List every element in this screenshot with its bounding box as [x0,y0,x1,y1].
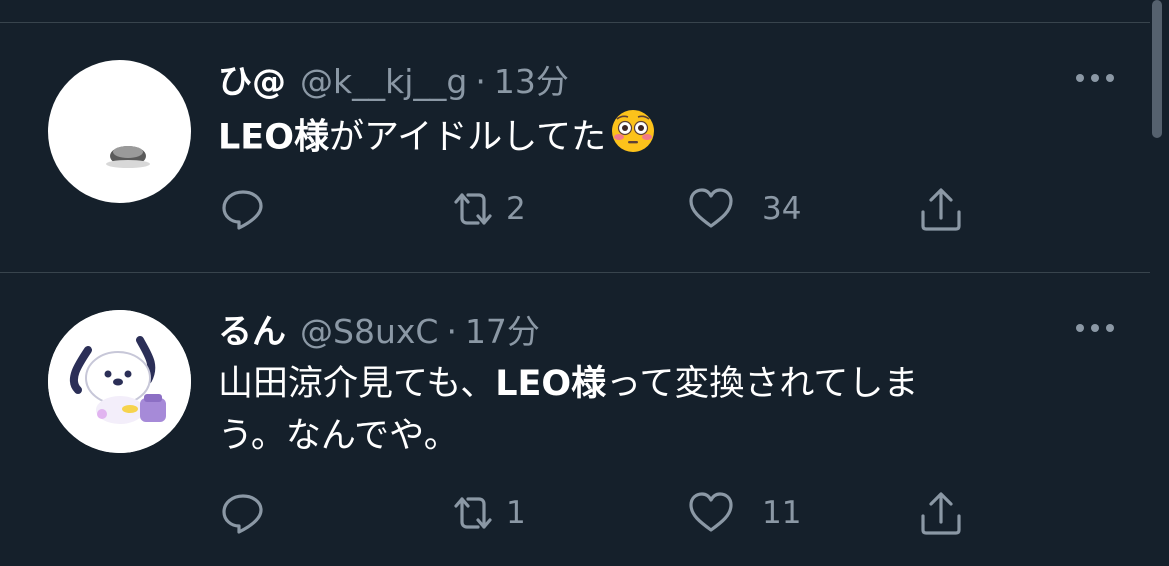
avatar-image [106,146,150,168]
scrollbar[interactable] [1152,0,1162,138]
reply-icon [222,494,263,534]
tweet-text-line: う。なんでや。 [218,416,459,456]
tweet-actions: 1 11 [218,488,1118,538]
like-button[interactable]: 34 [686,184,801,234]
separator: · [446,312,457,351]
avatar-image [48,310,191,453]
retweet-button[interactable]: 1 [448,488,526,538]
reply-button[interactable] [218,184,276,234]
flushed-face-emoji-icon [610,108,656,169]
tweet-header: ひ@ @k__kj__g · 13分 [218,54,569,102]
reply-icon [222,190,263,230]
tweet-text: 山田涼介見ても、LEO様って変換されてしま う。なんでや。 [218,358,1078,462]
user-handle[interactable]: @k__kj__g [300,62,467,101]
tweet-text-segment: って変換されてしま [606,364,919,404]
tweet-text-line: 山田涼介見ても、LEO様って変換されてしま [218,358,1078,410]
more-icon [1076,324,1114,332]
tweet-text-bold: LEO様 [218,117,329,158]
timestamp[interactable]: 13分 [494,55,569,103]
share-button[interactable] [916,184,966,234]
retweet-count: 1 [506,495,526,531]
more-icon [1076,74,1114,82]
retweet-icon [454,497,492,529]
more-options-button[interactable] [1070,318,1120,338]
retweet-button[interactable]: 2 [448,184,526,234]
tweet-text-rest: がアイドルしてた [328,117,607,158]
heart-icon [689,188,733,228]
like-count: 34 [762,191,802,227]
tweet-text-bold: LEO様 [495,364,607,404]
tweet-text: LEO様がアイドルしてた [218,108,1078,169]
avatar[interactable] [48,60,191,203]
reply-button[interactable] [218,488,276,538]
share-icon [921,188,961,231]
tweet-header: るん @S8uxC · 17分 [218,304,540,352]
tweet-text-segment: 山田涼介見ても、 [218,364,496,404]
separator: · [475,62,486,101]
retweet-icon [454,193,492,225]
like-count: 11 [762,495,802,531]
tweet-actions: 2 34 [218,184,1118,234]
user-handle[interactable]: @S8uxC [300,312,438,351]
avatar[interactable] [48,310,191,453]
divider [0,272,1150,273]
display-name[interactable]: ひ@ [218,54,286,103]
divider [0,22,1150,23]
more-options-button[interactable] [1070,68,1120,88]
timestamp[interactable]: 17分 [465,305,540,353]
like-button[interactable]: 11 [686,488,801,538]
share-button[interactable] [916,488,966,538]
retweet-count: 2 [506,191,526,227]
display-name[interactable]: るん [218,304,286,353]
heart-icon [689,492,733,532]
share-icon [921,492,961,535]
